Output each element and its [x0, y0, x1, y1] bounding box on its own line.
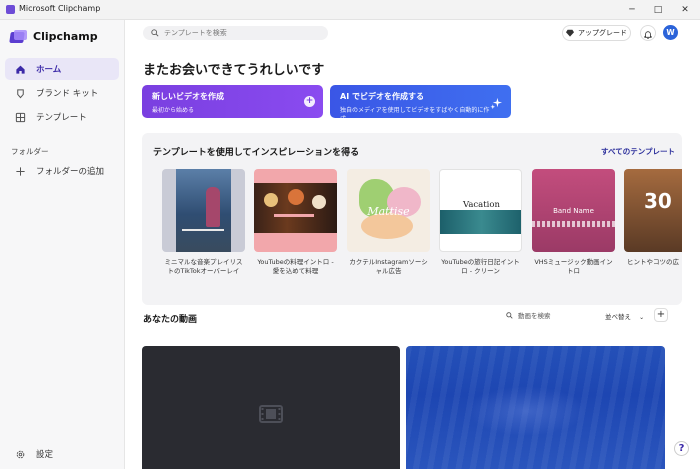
clipchamp-logo-icon	[10, 29, 27, 43]
template-card[interactable]: 30 ヒントやコツの広	[624, 169, 682, 267]
sort-label: 並べ替え	[605, 313, 631, 321]
template-thumbnail	[162, 169, 245, 252]
template-name: ヒントやコツの広	[627, 258, 679, 266]
template-card[interactable]: ミニマルな音楽プレイリストのTikTokオーバーレイ	[162, 169, 245, 276]
templates-panel: テンプレートを使用してインスピレーションを得る すべてのテンプレート ミニマルな…	[142, 133, 682, 305]
template-thumbnail	[254, 169, 337, 252]
app-logo[interactable]: Clipchamp	[10, 28, 98, 44]
template-thumbnail-text: Mattise	[367, 205, 410, 218]
template-search-input[interactable]: テンプレートを検索	[143, 26, 328, 40]
video-card[interactable]	[142, 346, 400, 469]
template-thumbnail: Mattise	[347, 169, 430, 252]
template-icon	[10, 112, 30, 123]
plus-icon	[10, 166, 30, 177]
template-card[interactable]: Mattise カクテルInstagramソーシャル広告	[347, 169, 430, 276]
gear-icon	[10, 449, 30, 460]
template-thumbnail-text: 30	[644, 189, 672, 213]
sidebar-item-home[interactable]: ホーム	[5, 58, 119, 80]
app-name: Clipchamp	[33, 29, 98, 43]
sidebar-item-brand-kit[interactable]: ブランド キット	[5, 82, 119, 104]
cta-title: AI でビデオを作成する	[340, 92, 424, 101]
sidebar-item-label: ブランド キット	[36, 89, 99, 99]
search-placeholder: テンプレートを検索	[164, 29, 227, 37]
search-icon	[151, 29, 159, 37]
template-thumbnail-text: Vacation	[463, 200, 500, 210]
welcome-heading: またお会いできてうれしいです	[143, 63, 325, 78]
video-card[interactable]	[406, 346, 665, 469]
sidebar: Clipchamp ホーム ブランド キット テンプレート フォルダー フォルダ…	[0, 20, 125, 469]
create-ai-video-button[interactable]: AI でビデオを作成する 独自のメディアを使用してビデオをすばやく自動的に作成.…	[330, 85, 511, 123]
home-icon	[10, 64, 30, 75]
title-bar: Microsoft Clipchamp ─ □ ✕	[0, 0, 700, 20]
sparkle-icon	[490, 95, 503, 114]
template-name: YouTubeの料理イントロ - 愛を込めて料理	[257, 258, 334, 275]
template-thumbnail: Band Name	[532, 169, 615, 252]
upgrade-button[interactable]: アップグレード	[562, 25, 631, 41]
template-card[interactable]: YouTubeの料理イントロ - 愛を込めて料理	[254, 169, 337, 276]
template-card[interactable]: Vacation YouTubeの旅行日記イントロ - クリーン	[439, 169, 522, 276]
template-thumbnail: Vacation	[439, 169, 522, 252]
cta-title: 新しいビデオを作成	[152, 92, 224, 101]
video-search-placeholder: 動画を検索	[518, 312, 551, 320]
close-button[interactable]: ✕	[672, 0, 698, 20]
cta-subtitle: 最初から始める	[152, 107, 195, 114]
upgrade-label: アップグレード	[578, 29, 627, 37]
sidebar-item-label: ホーム	[36, 65, 62, 75]
film-icon	[259, 405, 283, 427]
minimize-button[interactable]: ─	[619, 0, 645, 20]
brand-kit-icon	[10, 88, 30, 99]
settings-button[interactable]: 設定	[5, 443, 119, 465]
sort-dropdown[interactable]: 並べ替え ⌄	[605, 311, 644, 321]
clipchamp-app-icon	[6, 5, 15, 14]
your-videos-heading: あなたの動画	[143, 315, 198, 325]
bell-icon	[644, 24, 652, 43]
add-folder-button[interactable]: フォルダーの追加	[5, 160, 119, 182]
template-thumbnail: 30	[624, 169, 682, 252]
template-card[interactable]: Band Name VHSミュージック動画イントロ	[532, 169, 615, 276]
chevron-down-icon: ⌄	[639, 314, 645, 321]
view-all-templates-link[interactable]: すべてのテンプレート	[601, 146, 675, 157]
main-content: テンプレートを検索 アップグレード W またお会いできてうれしいです 新しいビデ…	[125, 20, 700, 469]
template-thumbnail-text: Band Name	[553, 207, 594, 215]
sidebar-item-templates[interactable]: テンプレート	[5, 106, 119, 128]
templates-heading: テンプレートを使用してインスピレーションを得る	[153, 148, 360, 158]
add-video-button[interactable]: +	[654, 308, 668, 322]
create-new-video-button[interactable]: 新しいビデオを作成 最初から始める +	[142, 85, 323, 118]
folders-section-label: フォルダー	[11, 147, 49, 156]
avatar[interactable]: W	[663, 25, 678, 40]
plus-icon: +	[304, 96, 315, 107]
cta-subtitle: 独自のメディアを使用してビデオをすばやく自動的に作成...	[340, 107, 490, 123]
help-button[interactable]: ?	[674, 441, 689, 456]
diamond-icon	[566, 29, 574, 37]
video-search-input[interactable]: 動画を検索	[506, 310, 551, 320]
maximize-button[interactable]: □	[645, 0, 671, 20]
window-title: Microsoft Clipchamp	[19, 4, 101, 13]
search-icon	[506, 311, 513, 319]
template-name: カクテルInstagramソーシャル広告	[349, 258, 428, 275]
sidebar-item-label: テンプレート	[36, 113, 87, 123]
template-name: ミニマルな音楽プレイリストのTikTokオーバーレイ	[164, 258, 243, 275]
add-folder-label: フォルダーの追加	[36, 167, 105, 177]
notifications-button[interactable]	[640, 25, 656, 41]
settings-label: 設定	[36, 450, 54, 460]
template-name: VHSミュージック動画イントロ	[534, 258, 613, 275]
template-name: YouTubeの旅行日記イントロ - クリーン	[441, 258, 520, 275]
